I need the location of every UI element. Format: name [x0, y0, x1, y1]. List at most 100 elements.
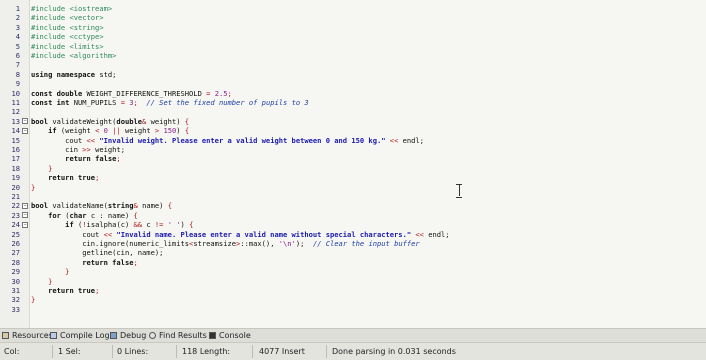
line-number: 14: [11, 126, 20, 136]
code-text: bool validateName(string& name) {: [31, 201, 172, 210]
code-token: cout: [31, 135, 87, 145]
status-length: 118 Length:: [182, 347, 231, 356]
code-token: ::max(),: [240, 239, 279, 248]
code-line[interactable]: 7: [0, 60, 706, 69]
code-token: <vector>: [69, 13, 104, 23]
code-line[interactable]: 9: [0, 79, 706, 88]
code-line[interactable]: 30 }: [0, 277, 706, 286]
code-line[interactable]: 17 return false;: [0, 154, 706, 163]
code-token: weight;: [90, 145, 125, 154]
code-token: }: [48, 163, 53, 173]
code-line[interactable]: 31 return true;: [0, 286, 706, 295]
code-line[interactable]: 13− bool validateWeight(double& weight) {: [0, 117, 706, 126]
fold-toggle-icon[interactable]: −: [22, 221, 28, 228]
code-line[interactable]: 18 }: [0, 164, 706, 173]
tab-compile-log[interactable]: Compile Log: [50, 330, 110, 342]
tab-label: Resources: [12, 331, 53, 340]
code-text: const double WEIGHT_DIFFERENCE_THRESHOLD…: [31, 89, 232, 98]
code-line[interactable]: 11 const int NUM_PUPILS = 3; // Set the f…: [0, 98, 706, 107]
code-line[interactable]: 21: [0, 192, 706, 201]
code-token: c : name): [90, 210, 134, 220]
fold-toggle-icon[interactable]: −: [22, 118, 28, 125]
code-token: #include: [31, 4, 70, 13]
line-number: 30: [11, 276, 20, 286]
code-token: getline(cin, name);: [31, 248, 164, 258]
status-divider: [176, 345, 177, 358]
tab-debug[interactable]: Debug: [110, 330, 146, 342]
fold-toggle-icon[interactable]: −: [22, 202, 28, 209]
code-line[interactable]: 26 cin.ignore(numeric_limits<streamsize>…: [0, 239, 706, 248]
code-token: <<: [415, 229, 424, 239]
code-token: }: [31, 182, 36, 192]
code-text: #include <string>: [31, 23, 104, 32]
code-line[interactable]: 19 return true;: [0, 173, 706, 182]
code-token: const int: [31, 98, 74, 107]
code-line[interactable]: 25 cout << "Invalid name. Please enter a…: [0, 230, 706, 239]
line-number: 32: [11, 295, 20, 305]
code-text: getline(cin, name);: [31, 248, 163, 257]
code-token: {: [189, 220, 194, 230]
code-token: ): [180, 220, 190, 230]
code-line[interactable]: 5 #include <limits>: [0, 42, 706, 51]
tab-find-results[interactable]: Find Results: [149, 330, 207, 342]
code-line[interactable]: 1 #include <iostream>: [0, 4, 706, 13]
code-text: cin >> weight;: [31, 145, 125, 154]
code-token: bool: [31, 116, 53, 126]
fold-toggle-icon[interactable]: −: [22, 212, 28, 219]
line-number: 11: [11, 98, 20, 107]
code-line[interactable]: 32}: [0, 295, 706, 304]
code-token: {: [133, 210, 138, 220]
code-token: char: [69, 210, 91, 220]
line-number: 8: [15, 69, 20, 79]
code-token: for: [48, 210, 66, 220]
code-editor[interactable]: 1 #include <iostream> 2 #include <vector> 3 #…: [0, 0, 706, 328]
line-number: 18: [11, 163, 20, 173]
code-token: c: [142, 220, 155, 230]
code-token: std;: [99, 69, 117, 79]
code-line[interactable]: 6 #include <algorithm>: [0, 51, 706, 60]
code-token: {: [167, 201, 172, 211]
code-line[interactable]: 16 cin >> weight;: [0, 145, 706, 154]
code-text: #include <limits>: [31, 42, 104, 51]
code-line[interactable]: 33: [0, 305, 706, 314]
line-number: 3: [15, 22, 20, 32]
line-number: 16: [11, 145, 20, 154]
code-token: '\n': [278, 239, 296, 248]
code-token: <limits>: [69, 41, 104, 51]
code-line[interactable]: 28 return false;: [0, 258, 706, 267]
code-text: if (!isalpha(c) && c != ' ') {: [31, 220, 193, 229]
code-token: bool: [31, 201, 53, 211]
code-token: return true: [48, 173, 96, 183]
tab-resources[interactable]: Resources: [2, 330, 53, 342]
code-token: ;: [95, 286, 100, 295]
code-line[interactable]: 8 using namespace std;: [0, 70, 706, 79]
line-number: 31: [11, 286, 20, 295]
code-line[interactable]: 27 getline(cin, name);: [0, 248, 706, 257]
tab-console[interactable]: Console: [209, 330, 251, 342]
resources-icon: [2, 332, 9, 339]
code-line[interactable]: 23− for (char c : name) {: [0, 211, 706, 220]
code-line[interactable]: 3 #include <string>: [0, 23, 706, 32]
code-token: cin: [31, 145, 83, 154]
code-line[interactable]: 22− bool validateName(string& name) {: [0, 201, 706, 210]
code-text: }: [31, 295, 35, 304]
code-line[interactable]: 12: [0, 107, 706, 116]
code-line[interactable]: 15 cout << "Invalid weight. Please enter…: [0, 136, 706, 145]
line-number: 25: [11, 229, 20, 239]
code-line[interactable]: 4 #include <cctype>: [0, 32, 706, 41]
line-number: 17: [11, 154, 20, 164]
code-line[interactable]: 14− if (weight < 0 || weight > 150) {: [0, 126, 706, 135]
code-token: {: [184, 126, 190, 136]
code-line[interactable]: 29 }: [0, 267, 706, 276]
code-line[interactable]: 2 #include <vector>: [0, 13, 706, 22]
code-line[interactable]: 24− if (!isalpha(c) && c != ' ') {: [0, 220, 706, 229]
code-line[interactable]: 20}: [0, 183, 706, 192]
fold-toggle-icon[interactable]: −: [22, 127, 28, 134]
bottom-panel-tabs: Resources Compile Log Debug Find Results…: [0, 328, 706, 342]
tab-label: Compile Log: [60, 331, 110, 340]
code-line[interactable]: 10 const double WEIGHT_DIFFERENCE_THRESHO…: [0, 89, 706, 98]
